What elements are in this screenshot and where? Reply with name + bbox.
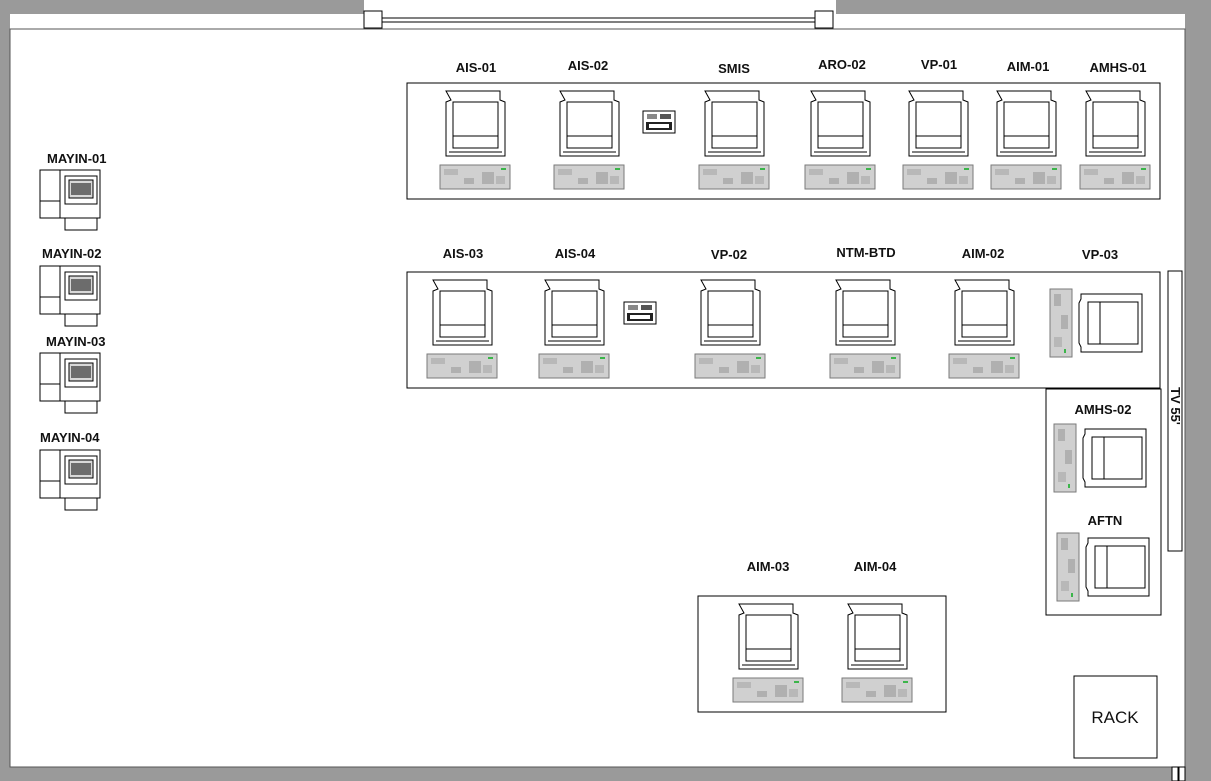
- workstation-amhs-01[interactable]: [1079, 90, 1151, 190]
- label-aftn: AFTN: [1088, 513, 1123, 528]
- workstation-vp-02[interactable]: [694, 279, 766, 379]
- label-ais-04: AIS-04: [555, 246, 596, 261]
- workstation-aim-02[interactable]: [948, 279, 1020, 379]
- label-amhs-02: AMHS-02: [1074, 402, 1131, 417]
- label-ntm-btd: NTM-BTD: [836, 245, 895, 260]
- workstation-aftn[interactable]: [1056, 532, 1150, 602]
- label-smis: SMIS: [718, 61, 750, 76]
- label-mayin-02: MAYIN-02: [42, 246, 101, 261]
- label-mayin-04: MAYIN-04: [40, 430, 100, 445]
- tv-label: TV 55': [1168, 387, 1183, 425]
- label-ais-03: AIS-03: [443, 246, 483, 261]
- label-vp-01: VP-01: [921, 57, 957, 72]
- label-amhs-01: AMHS-01: [1089, 60, 1146, 75]
- workstation-ais-03[interactable]: [426, 279, 498, 379]
- workstation-smis[interactable]: [698, 90, 770, 190]
- workstation-vp-03[interactable]: [1049, 288, 1143, 358]
- floor-plan: AIS-01 AIS-02 SMIS ARO-02 VP-01 AIM-01 A…: [0, 0, 1211, 781]
- label-vp-03: VP-03: [1082, 247, 1118, 262]
- label-vp-02: VP-02: [711, 247, 747, 262]
- label-aim-01: AIM-01: [1007, 59, 1050, 74]
- workstation-aim-01[interactable]: [990, 90, 1062, 190]
- workstation-vp-01[interactable]: [902, 90, 974, 190]
- workstation-ais-04[interactable]: [538, 279, 610, 379]
- label-ais-01: AIS-01: [456, 60, 496, 75]
- workstation-ais-02[interactable]: [553, 90, 625, 190]
- phone-icon: [642, 110, 676, 134]
- workstation-amhs-02[interactable]: [1053, 423, 1147, 493]
- label-ais-02: AIS-02: [568, 58, 608, 73]
- label-aim-04: AIM-04: [854, 559, 897, 574]
- label-aro-02: ARO-02: [818, 57, 866, 72]
- workstation-aro-02[interactable]: [804, 90, 876, 190]
- workstation-aim-04[interactable]: [841, 603, 913, 703]
- workstation-ntm-btd[interactable]: [829, 279, 901, 379]
- label-aim-03: AIM-03: [747, 559, 790, 574]
- label-aim-02: AIM-02: [962, 246, 1005, 261]
- label-mayin-01: MAYIN-01: [47, 151, 106, 166]
- rack-label: RACK: [1091, 708, 1139, 727]
- phone-icon: [623, 301, 657, 325]
- workstation-aim-03[interactable]: [732, 603, 804, 703]
- workstation-ais-01[interactable]: [439, 90, 511, 190]
- label-mayin-03: MAYIN-03: [46, 334, 105, 349]
